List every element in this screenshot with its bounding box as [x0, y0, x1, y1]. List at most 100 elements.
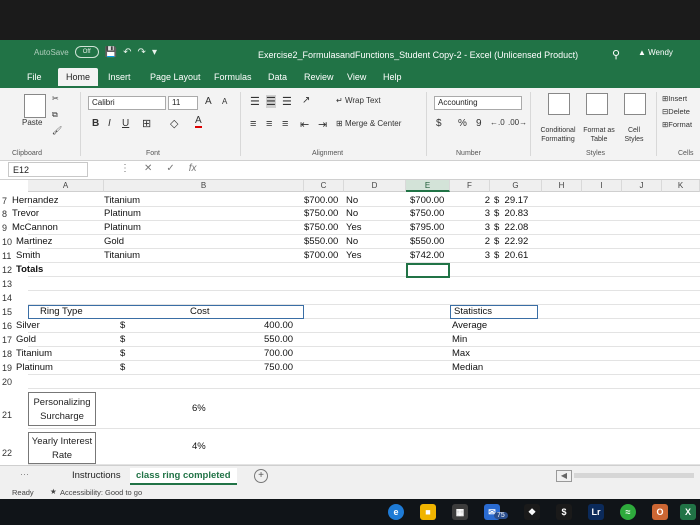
fill-color-icon[interactable]: ◇	[170, 117, 178, 130]
tab-home[interactable]: Home	[58, 68, 99, 86]
cancel-icon[interactable]: ✕	[144, 163, 152, 174]
cell-c8[interactable]: $750.00	[304, 207, 338, 221]
row-header-20[interactable]: 20	[0, 375, 28, 389]
cell-d8[interactable]: No	[346, 207, 358, 221]
cell-c18[interactable]: 700.00	[264, 347, 293, 361]
row-header-13[interactable]: 13	[0, 277, 28, 291]
cell-a10[interactable]: Martinez	[16, 235, 52, 249]
cell-b16[interactable]: $	[120, 319, 125, 333]
column-header-h[interactable]: H	[542, 180, 582, 192]
cell-g10[interactable]: $ 22.92	[494, 235, 528, 249]
column-header-j[interactable]: J	[622, 180, 662, 192]
copy-icon[interactable]: ⧉	[52, 110, 58, 120]
cell-f18[interactable]: Max	[452, 347, 470, 361]
cell-g11[interactable]: $ 20.61	[494, 249, 528, 263]
cell-f8[interactable]: 3	[460, 207, 490, 221]
tab-data[interactable]: Data	[268, 72, 287, 82]
number-format-select[interactable]: Accounting	[434, 96, 522, 110]
file-explorer-icon[interactable]: ■	[420, 504, 436, 520]
excel-taskbar-icon[interactable]: X	[680, 504, 696, 520]
tab-help[interactable]: Help	[383, 72, 402, 82]
more-icon[interactable]: ⋮	[120, 163, 130, 174]
cell-a15[interactable]: Ring Type	[40, 305, 83, 319]
cell-f11[interactable]: 3	[460, 249, 490, 263]
cell-f15[interactable]: Statistics	[454, 305, 492, 319]
name-box[interactable]: E12	[8, 162, 88, 177]
paste-icon[interactable]	[24, 94, 46, 118]
cell-d7[interactable]: No	[346, 194, 358, 208]
cell-g9[interactable]: $ 22.08	[494, 221, 528, 235]
align-right-icon[interactable]: ≡	[282, 118, 288, 130]
cell-b19[interactable]: $	[120, 361, 125, 375]
cell-b22[interactable]: 4%	[192, 440, 206, 454]
increase-indent-icon[interactable]: ⇥	[318, 118, 327, 131]
column-header-f[interactable]: F	[450, 180, 490, 192]
sheet-tab-class-ring-completed[interactable]: class ring completed	[130, 468, 237, 485]
row-header-22[interactable]: 22	[0, 446, 28, 460]
format-as-table-button[interactable]: Format as Table	[582, 126, 616, 144]
cell-b18[interactable]: $	[120, 347, 125, 361]
font-size-select[interactable]: 11	[168, 96, 198, 110]
cell-c17[interactable]: 550.00	[264, 333, 293, 347]
dollar-app-icon[interactable]: $	[556, 504, 572, 520]
conditional-formatting-icon[interactable]	[548, 93, 570, 115]
cell-a16[interactable]: Silver	[16, 319, 40, 333]
font-grow-button[interactable]: A	[205, 96, 212, 107]
column-header-g[interactable]: G	[490, 180, 542, 192]
column-header-c[interactable]: C	[304, 180, 344, 192]
autosave-toggle[interactable]: Off	[74, 46, 99, 58]
align-bottom-icon[interactable]: ☰	[282, 95, 292, 108]
column-header-d[interactable]: D	[344, 180, 406, 192]
add-sheet-button[interactable]: +	[254, 469, 268, 483]
store-icon[interactable]: ▦	[452, 504, 468, 520]
cell-f16[interactable]: Average	[452, 319, 487, 333]
align-top-icon[interactable]: ☰	[250, 95, 260, 108]
horizontal-scrollbar[interactable]	[574, 473, 694, 478]
cell-styles-button[interactable]: Cell Styles	[620, 126, 648, 144]
cell-f9[interactable]: 3	[460, 221, 490, 235]
format-cells-button[interactable]: ⊞Format	[662, 120, 692, 129]
cell-b7[interactable]: Titanium	[104, 194, 140, 208]
user-account[interactable]: ▲ Wendy	[638, 48, 673, 57]
format-painter-icon[interactable]: 🖌	[52, 126, 62, 135]
insert-function-button[interactable]: fx	[189, 163, 197, 174]
opera-icon[interactable]: O	[652, 504, 668, 520]
wrap-text-button[interactable]: ↵ Wrap Text	[336, 96, 381, 105]
paste-button[interactable]: Paste	[22, 118, 42, 127]
search-icon[interactable]: ⚲	[612, 48, 620, 61]
cell-e10[interactable]: $550.00	[410, 235, 444, 249]
column-header-i[interactable]: I	[582, 180, 622, 192]
tab-formulas[interactable]: Formulas	[214, 72, 252, 82]
selected-cell-e12[interactable]	[406, 263, 450, 278]
orientation-icon[interactable]: ↗	[302, 95, 310, 106]
cell-b21[interactable]: 6%	[192, 402, 206, 416]
cell-a9[interactable]: McCannon	[12, 221, 58, 235]
font-shrink-button[interactable]: A	[222, 97, 227, 106]
cell-a7[interactable]: Hernandez	[12, 194, 58, 208]
cell-d9[interactable]: Yes	[346, 221, 362, 235]
cell-d11[interactable]: Yes	[346, 249, 362, 263]
borders-icon[interactable]: ⊞	[142, 117, 151, 130]
cell-a22[interactable]: Yearly Interest Rate	[28, 432, 96, 464]
column-header-k[interactable]: K	[662, 180, 700, 192]
font-color-icon[interactable]: A	[195, 116, 202, 128]
cell-a17[interactable]: Gold	[16, 333, 36, 347]
cell-c7[interactable]: $700.00	[304, 194, 338, 208]
cell-b8[interactable]: Platinum	[104, 207, 141, 221]
decrease-decimal-icon[interactable]: .00→	[508, 118, 527, 127]
delete-cells-button[interactable]: ⊟Delete	[662, 107, 690, 116]
customize-qat-icon[interactable]: ▾	[152, 47, 157, 58]
row-header-14[interactable]: 14	[0, 291, 28, 305]
cell-d10[interactable]: No	[346, 235, 358, 249]
cell-c10[interactable]: $550.00	[304, 235, 338, 249]
cell-e11[interactable]: $742.00	[410, 249, 444, 263]
cell-a21[interactable]: Personalizing Surcharge	[28, 392, 96, 426]
tab-insert[interactable]: Insert	[108, 72, 131, 82]
cell-f10[interactable]: 2	[460, 235, 490, 249]
row-header-15[interactable]: 15	[0, 305, 28, 319]
cell-g7[interactable]: $ 29.17	[494, 194, 528, 208]
underline-button[interactable]: U	[122, 118, 129, 129]
cell-c19[interactable]: 750.00	[264, 361, 293, 375]
cell-b15[interactable]: Cost	[190, 305, 210, 319]
italic-button[interactable]: I	[108, 118, 111, 129]
